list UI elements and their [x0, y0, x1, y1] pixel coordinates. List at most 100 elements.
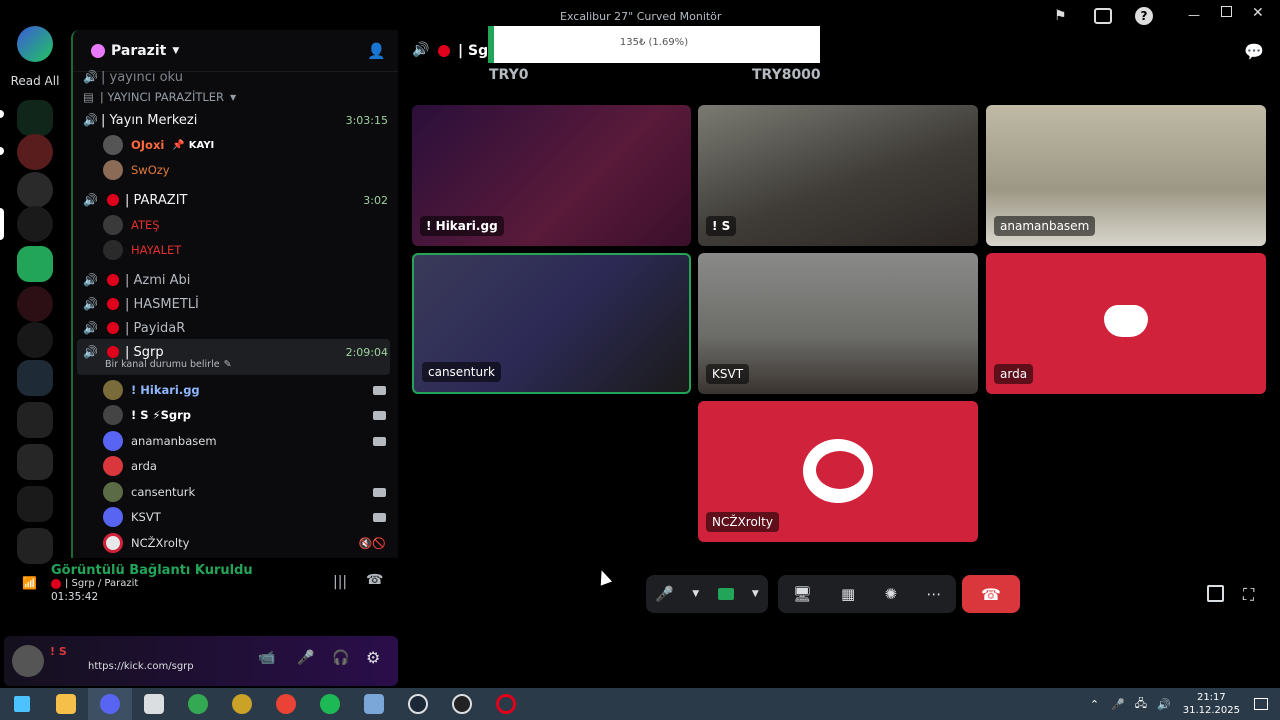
video-tile-ncz[interactable]: NCŽXrolty — [698, 401, 978, 542]
notifications-icon[interactable] — [1254, 698, 1268, 710]
activity-control-group: 🖥 ▦ ✺ ⋯ — [778, 575, 956, 613]
chat-icon[interactable]: 💬 — [1244, 42, 1264, 61]
server-icon-3[interactable] — [17, 172, 53, 208]
list-item[interactable]: arda — [103, 455, 386, 477]
server-icon-4[interactable] — [17, 286, 53, 322]
video-tile-cansenturk[interactable]: cansenturk — [412, 253, 691, 394]
microphone-icon[interactable]: 🎤 — [297, 650, 314, 666]
taskbar-explorer-icon[interactable] — [44, 688, 88, 720]
invite-icon[interactable]: 👤 — [367, 42, 386, 60]
camera-off-icon[interactable]: 📹 — [258, 650, 275, 666]
taskbar-spotify-icon[interactable] — [308, 688, 352, 720]
help-icon[interactable]: ? — [1135, 7, 1153, 25]
list-item[interactable]: ! S ⚡Sgrp — [103, 404, 386, 426]
maximize-button[interactable] — [1221, 6, 1232, 17]
leave-call-button[interactable]: ☎ — [962, 575, 1020, 613]
fullscreen-icon[interactable]: ⛶ — [1243, 585, 1254, 605]
headphones-icon[interactable]: 🎧 — [332, 650, 349, 666]
voice-active-icon: 🔊 — [83, 345, 98, 359]
video-tile-anamanbasem[interactable]: anamanbasem — [986, 105, 1266, 246]
tray-chevron-icon[interactable]: ⌃ — [1090, 698, 1099, 711]
flag-icon[interactable]: ⚑ — [1054, 8, 1070, 24]
pin-icon: 📌 — [172, 139, 185, 151]
voice-channel-link[interactable]: | Sgrp / Parazit — [65, 578, 138, 589]
list-item[interactable]: OJoxi 📌 KAYI — [103, 134, 386, 156]
channel-yayin-merkezi[interactable]: 🔊 | Yayın Merkezi 3:03:15 — [79, 109, 388, 131]
screen-share-icon[interactable]: 🖥 — [793, 585, 812, 603]
minimize-button[interactable]: — — [1188, 8, 1200, 22]
channel-azmi-abi[interactable]: 🔊 | Azmi Abi — [79, 269, 388, 291]
server-folder-5[interactable] — [17, 528, 53, 564]
server-folder-3[interactable] — [17, 444, 53, 480]
taskbar-steam-icon[interactable] — [396, 688, 440, 720]
list-item[interactable]: KSVT — [103, 506, 386, 528]
video-tile-s[interactable]: ! S — [698, 105, 978, 246]
list-item[interactable]: NCŽXrolty 🔇🚫 — [103, 532, 386, 554]
server-icon-1[interactable] — [17, 100, 53, 136]
soundboard-icon[interactable]: ✺ — [884, 585, 897, 603]
camera-icon[interactable] — [717, 588, 734, 600]
server-folder-2[interactable] — [17, 402, 53, 438]
inbox-icon[interactable] — [1094, 8, 1112, 24]
read-all-label[interactable]: Read All — [0, 74, 70, 88]
taskbar-chrome-icon[interactable] — [264, 688, 308, 720]
video-stage: 🔊 | Sgr 135₺ (1.69%) TRY0 TRY8000 💬 ! Hi… — [402, 26, 1280, 680]
signal-icon: 📶 — [22, 576, 37, 590]
voice-status-text[interactable]: Görüntülü Bağlantı Kuruldu — [51, 563, 253, 578]
more-icon[interactable]: ⋯ — [926, 585, 941, 603]
taskbar-clock[interactable]: 21:17 31.12.2025 — [1183, 691, 1240, 717]
category-header[interactable]: ▤ | YAYINCI PARAZİTLER ▼ — [83, 90, 398, 104]
chevron-down-icon[interactable]: ▼ — [752, 589, 759, 599]
close-button[interactable]: ✕ — [1252, 5, 1264, 21]
voice-icon: 🔊 — [412, 42, 430, 58]
video-tile-arda[interactable]: arda — [986, 253, 1266, 394]
taskbar-chrome-icon[interactable] — [176, 688, 220, 720]
channel-parazit[interactable]: 🔊 | PARAZIT 3:02 — [79, 189, 388, 211]
server-icon-2[interactable] — [17, 134, 53, 170]
channel-partial[interactable]: 🔊 | yayıncı oku — [79, 66, 388, 88]
list-item[interactable]: cansenturk — [103, 481, 386, 503]
taskbar-app-icon[interactable] — [352, 688, 396, 720]
activities-icon[interactable]: ▦ — [841, 585, 855, 603]
mic-control-group: 🎤 ▼ ▼ — [646, 575, 768, 613]
server-name: Parazit — [111, 42, 167, 59]
donation-goal-label: 135₺ (1.69%) — [619, 37, 689, 48]
list-item[interactable]: anamanbasem — [103, 430, 386, 452]
video-tile-hikari[interactable]: ! Hikari.gg — [412, 105, 691, 246]
server-icon-parazit[interactable] — [17, 206, 53, 242]
list-item[interactable]: ! Hikari.gg — [103, 379, 386, 401]
video-tile-ksvt[interactable]: KSVT — [698, 253, 978, 394]
popout-icon[interactable] — [1207, 585, 1224, 602]
camera-icon — [373, 487, 386, 497]
tray-network-icon[interactable]: 🖧 — [1135, 695, 1147, 714]
server-folder-4[interactable] — [17, 486, 53, 522]
taskbar-discord-icon[interactable] — [88, 688, 132, 720]
channel-sidebar: Parazit ▼ 👤 🔊 | yayıncı oku ▤ | YAYINCI PAR… — [71, 30, 398, 558]
taskbar-obs-icon[interactable] — [440, 688, 484, 720]
list-item[interactable]: HAYALET — [103, 239, 386, 261]
list-item[interactable]: SwOzy — [103, 159, 386, 181]
taskbar-app-icon[interactable] — [132, 688, 176, 720]
server-icon-home[interactable] — [17, 26, 53, 62]
disconnect-icon[interactable]: ☎ — [366, 572, 383, 588]
tray-volume-icon[interactable]: 🔊 — [1157, 698, 1171, 711]
voice-active-icon: 🔊 — [83, 113, 98, 127]
tray-mic-icon[interactable]: 🎤 — [1111, 698, 1125, 711]
server-icon-x[interactable] — [17, 246, 53, 282]
start-button[interactable] — [0, 688, 44, 720]
soundboard-icon[interactable]: ||| — [333, 574, 347, 590]
list-item[interactable]: ATEŞ — [103, 214, 386, 236]
channel-status[interactable]: Bir kanal durumu belirle ✎ — [105, 359, 398, 370]
chevron-down-icon[interactable]: ▼ — [692, 589, 699, 599]
taskbar-app-icon[interactable] — [220, 688, 264, 720]
microphone-icon[interactable]: 🎤 — [655, 585, 674, 603]
mouse-cursor — [595, 568, 613, 586]
channel-hasmetli[interactable]: 🔊 | HASMETLİ — [79, 293, 388, 315]
server-folder-1[interactable] — [17, 360, 53, 396]
voice-icon: 🔊 — [83, 70, 98, 84]
avatar[interactable] — [12, 645, 44, 677]
channel-payidar[interactable]: 🔊 | PayidaR — [79, 317, 388, 339]
settings-gear-icon[interactable]: ⚙ — [366, 648, 380, 667]
taskbar-opera-icon[interactable] — [484, 688, 528, 720]
server-icon-5[interactable] — [17, 322, 53, 358]
